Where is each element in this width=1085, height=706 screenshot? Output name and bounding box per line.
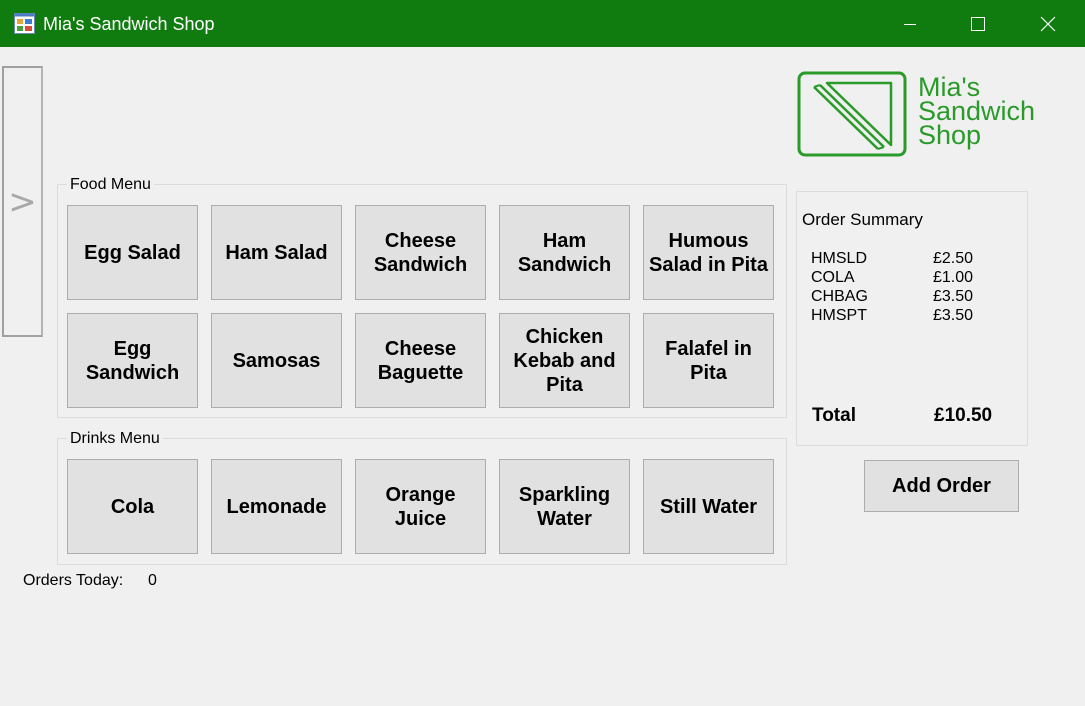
- orders-today-count: 0: [148, 572, 157, 589]
- food-item-chicken-kebab-pita-button[interactable]: Chicken Kebab and Pita: [499, 313, 630, 408]
- minimize-button[interactable]: [876, 0, 944, 47]
- shop-logo: Mia's Sandwich Shop: [797, 69, 1061, 159]
- drink-item-orange-juice-button[interactable]: Orange Juice: [355, 459, 486, 554]
- food-item-egg-salad-button[interactable]: Egg Salad: [67, 205, 198, 300]
- order-item-code: HMSPT: [811, 307, 867, 324]
- order-item-price: £3.50: [933, 307, 974, 324]
- food-item-ham-sandwich-button[interactable]: Ham Sandwich: [499, 205, 630, 300]
- close-icon: [1040, 16, 1056, 31]
- food-item-falafel-pita-button[interactable]: Falafel in Pita: [643, 313, 774, 408]
- food-item-humous-salad-pita-button[interactable]: Humous Salad in Pita: [643, 205, 774, 300]
- drink-item-lemonade-button[interactable]: Lemonade: [211, 459, 342, 554]
- food-item-cheese-baguette-button[interactable]: Cheese Baguette: [355, 313, 486, 408]
- food-item-cheese-sandwich-button[interactable]: Cheese Sandwich: [355, 205, 486, 300]
- order-item-code: COLA: [811, 269, 855, 286]
- app-icon: [14, 13, 35, 34]
- order-summary-panel: Order Summary HMSLD £2.50 COLA £1.00 CHB…: [796, 191, 1028, 446]
- drink-item-still-water-button[interactable]: Still Water: [643, 459, 774, 554]
- chevron-right-icon: >: [8, 181, 37, 222]
- drink-item-cola-button[interactable]: Cola: [67, 459, 198, 554]
- maximize-icon: [971, 16, 985, 31]
- drinks-menu-label: Drinks Menu: [67, 430, 163, 447]
- food-menu-label: Food Menu: [67, 176, 154, 193]
- order-summary-row: HMSLD £2.50: [811, 249, 981, 268]
- order-item-price: £3.50: [933, 288, 974, 305]
- order-item-price: £1.00: [933, 269, 974, 286]
- order-summary-row: HMSPT £3.50: [811, 306, 981, 325]
- drinks-menu-group: Drinks Menu Cola Lemonade Orange Juice S…: [57, 430, 787, 565]
- food-item-samosas-button[interactable]: Samosas: [211, 313, 342, 408]
- logo-text-line: Shop: [918, 120, 982, 150]
- drink-item-sparkling-water-button[interactable]: Sparkling Water: [499, 459, 630, 554]
- expand-panel-button[interactable]: >: [2, 66, 43, 337]
- order-summary-row: COLA £1.00: [811, 268, 981, 287]
- order-summary-list: HMSLD £2.50 COLA £1.00 CHBAG £3.50 HMSPT…: [811, 249, 981, 325]
- order-item-code: CHBAG: [811, 288, 868, 305]
- minimize-icon: [904, 23, 916, 25]
- food-menu-group: Food Menu Egg Salad Ham Salad Cheese San…: [57, 176, 787, 418]
- order-item-code: HMSLD: [811, 250, 868, 267]
- logo-text: Mia's Sandwich Shop: [918, 74, 1068, 150]
- order-summary-row: CHBAG £3.50: [811, 287, 981, 306]
- order-item-price: £2.50: [933, 250, 974, 267]
- maximize-button[interactable]: [944, 0, 1012, 47]
- orders-today-label: Orders Today:: [23, 572, 124, 589]
- order-total-label: Total: [812, 405, 856, 426]
- add-order-button[interactable]: Add Order: [864, 460, 1019, 512]
- order-summary-title: Order Summary: [802, 210, 923, 229]
- window-title: Mia's Sandwich Shop: [43, 14, 215, 34]
- food-item-ham-salad-button[interactable]: Ham Salad: [211, 205, 342, 300]
- sandwich-logo-icon: [797, 71, 907, 157]
- food-item-egg-sandwich-button[interactable]: Egg Sandwich: [67, 313, 198, 408]
- close-button[interactable]: [1014, 0, 1082, 47]
- order-total-value: £10.50: [934, 405, 993, 426]
- title-bar: Mia's Sandwich Shop: [0, 0, 1085, 47]
